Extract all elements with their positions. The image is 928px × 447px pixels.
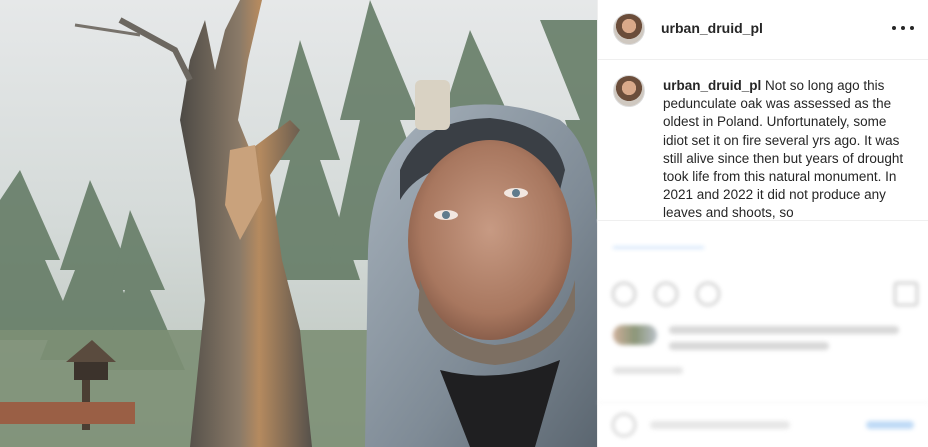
heart-icon[interactable] xyxy=(612,282,636,306)
post-header: urban_druid_pl xyxy=(598,0,928,60)
add-comment-bar xyxy=(598,402,928,447)
post-comment-button[interactable] xyxy=(866,421,914,429)
dot xyxy=(910,26,914,30)
blurred-post-footer: ——————— xyxy=(598,222,928,447)
action-bar xyxy=(598,278,928,310)
likes-row[interactable] xyxy=(613,322,913,352)
author-username[interactable]: urban_druid_pl xyxy=(661,20,763,36)
liked-by-avatars xyxy=(613,325,657,345)
post-photo-image xyxy=(0,0,597,447)
caption-text-block: urban_druid_pl Not so long ago this pedu… xyxy=(663,77,913,221)
see-translation-link[interactable]: ——————— xyxy=(613,239,704,254)
comment-icon[interactable] xyxy=(654,282,678,306)
more-options-icon[interactable] xyxy=(892,20,914,36)
comment-input[interactable] xyxy=(650,421,790,429)
emoji-icon[interactable] xyxy=(612,413,636,437)
post-timestamp xyxy=(613,367,683,374)
author-avatar[interactable] xyxy=(613,13,645,45)
share-icon[interactable] xyxy=(696,282,720,306)
caption-comment: urban_druid_pl Not so long ago this pedu… xyxy=(598,61,928,221)
liked-by-text xyxy=(669,326,899,334)
caption-author-username[interactable]: urban_druid_pl xyxy=(663,78,761,93)
dot xyxy=(901,26,905,30)
liked-by-text xyxy=(669,342,829,350)
bookmark-icon[interactable] xyxy=(894,282,918,306)
caption-body: Not so long ago this pedunculate oak was… xyxy=(663,78,904,221)
post-side-panel: urban_druid_pl urban_druid_pl Not so lon… xyxy=(597,0,928,447)
caption-author-avatar[interactable] xyxy=(613,75,645,107)
post-photo[interactable] xyxy=(0,0,597,447)
dot xyxy=(892,26,896,30)
